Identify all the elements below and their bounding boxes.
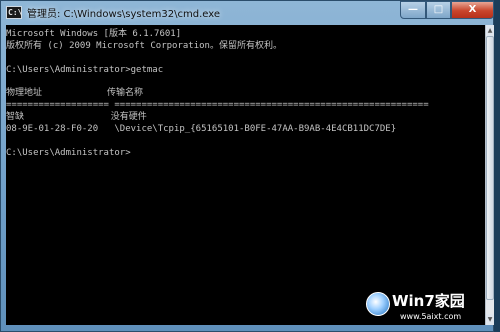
- maximize-button[interactable]: □: [426, 1, 451, 19]
- title-bar[interactable]: C:\ 管理员: C:\Windows\system32\cmd.exe — □…: [1, 1, 495, 25]
- cmd-window: C:\ 管理员: C:\Windows\system32\cmd.exe — □…: [0, 0, 494, 332]
- console-line-separator: =================== ====================…: [6, 100, 429, 110]
- window-title: 管理员: C:\Windows\system32\cmd.exe: [27, 9, 221, 20]
- minimize-button[interactable]: —: [400, 1, 426, 19]
- console-line-prompt: C:\Users\Administrator>: [6, 148, 131, 158]
- cmd-app-icon[interactable]: C:\: [6, 6, 22, 19]
- console-line-row-1: 智缺 没有硬件: [6, 112, 147, 122]
- console-line-version: Microsoft Windows [版本 6.1.7601]: [6, 29, 182, 39]
- console-line-header: 物理地址 传输名称: [6, 88, 144, 98]
- watermark-brand: Win7家园: [392, 292, 465, 310]
- scroll-thumb[interactable]: [486, 36, 494, 300]
- console-line-row-2: 08-9E-01-28-F0-20 \Device\Tcpip_{6516510…: [6, 124, 397, 134]
- console-line-command: C:\Users\Administrator>getmac: [6, 65, 164, 75]
- vertical-scrollbar[interactable]: ▲ ▼: [485, 25, 494, 325]
- watermark-url: www.5aixt.com: [400, 312, 462, 321]
- console-output[interactable]: Microsoft Windows [版本 6.1.7601] 版权所有 (c)…: [6, 25, 485, 325]
- console-line-copyright: 版权所有 (c) 2009 Microsoft Corporation。保留所有…: [6, 41, 282, 51]
- scroll-up-arrow-icon[interactable]: ▲: [486, 25, 494, 36]
- close-button[interactable]: X: [451, 1, 494, 19]
- win7-logo-icon: [366, 292, 390, 316]
- watermark: Win7家园 www.5aixt.com: [366, 290, 496, 330]
